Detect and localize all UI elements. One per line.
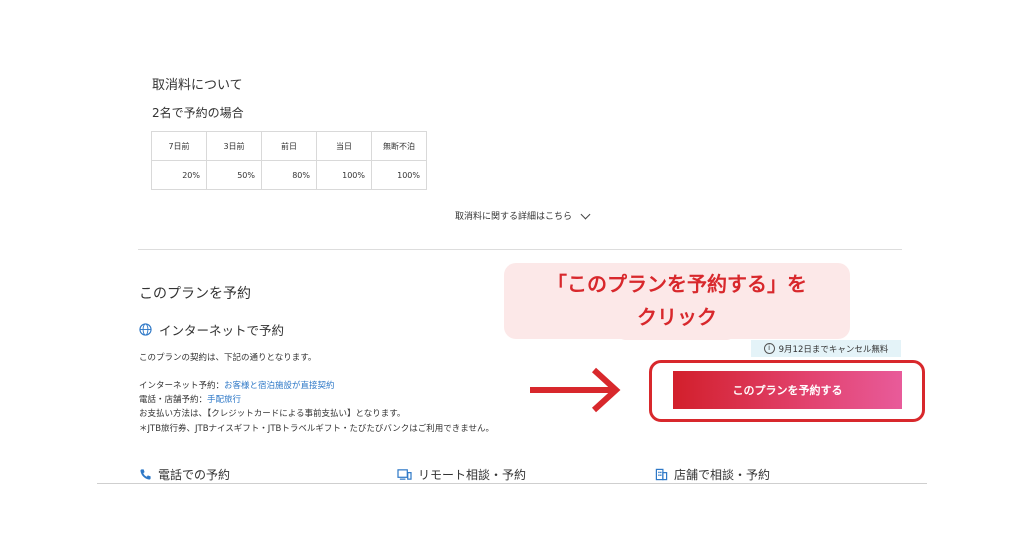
bottom-divider	[97, 483, 927, 484]
cancellation-detail-label: 取消料に関する詳細はこちら	[455, 212, 573, 222]
remote-booking-label: リモート相談・予約	[418, 468, 527, 482]
payment-method-text: お支払い方法は、【クレジットカードによる事前支払い】となります。	[139, 409, 406, 419]
internet-booking-label: インターネットで予約	[159, 323, 285, 338]
building-icon	[655, 468, 668, 481]
phone-icon	[140, 469, 151, 480]
internet-contract-label: インターネット予約：	[139, 381, 225, 391]
cancellation-fee-table: 7日前 3日前 前日 当日 無断不泊 20% 50% 80% 100% 100%	[151, 131, 427, 190]
table-cell: 20%	[151, 160, 207, 190]
internet-contract-line: インターネット予約：お客様と宿泊施設が直接契約	[139, 379, 335, 391]
phone-contract-link[interactable]: 手配旅行	[207, 395, 241, 405]
table-header-cell: 3日前	[206, 131, 262, 161]
table-header-cell: 当日	[316, 131, 372, 161]
phone-booking-link[interactable]: 電話での予約	[139, 466, 230, 483]
table-header-cell: 前日	[261, 131, 317, 161]
table-cell: 100%	[371, 160, 427, 190]
info-icon: i	[763, 343, 775, 354]
voucher-notice-text: ＊JTB旅行券、JTBナイスギフト・JTBトラベルギフト・たびたびバンクはご利用…	[139, 424, 495, 434]
table-cell: 80%	[261, 160, 317, 190]
plan-section-title: このプランを予約	[139, 286, 251, 302]
phone-contract-line: 電話・店舗予約：手配旅行	[139, 393, 241, 405]
internet-contract-link[interactable]: お客様と宿泊施設が直接契約	[224, 381, 335, 391]
cancellation-title: 取消料について	[152, 78, 243, 93]
store-booking-label: 店舗で相談・予約	[674, 468, 771, 482]
phone-contract-label: 電話・店舗予約：	[139, 395, 208, 405]
free-cancellation-badge: i 9月12日までキャンセル無料	[751, 340, 901, 357]
globe-icon	[139, 323, 152, 336]
annotation-text: 「このプランを予約する」を クリック	[504, 268, 850, 334]
table-cell: 100%	[316, 160, 372, 190]
phone-booking-label: 電話での予約	[158, 468, 231, 482]
contract-intro: このプランの契約は、下記の通りとなります。	[139, 353, 317, 363]
annotation-line-2: クリック	[637, 305, 717, 329]
section-divider	[138, 249, 902, 250]
reserve-plan-button[interactable]: このプランを予約する	[673, 371, 902, 409]
table-header-cell: 無断不泊	[371, 131, 427, 161]
table-cell: 50%	[206, 160, 262, 190]
arrow-right-icon	[530, 367, 621, 413]
cancellation-subtitle: 2名で予約の場合	[152, 106, 244, 120]
remote-monitor-icon	[397, 469, 412, 480]
remote-booking-link[interactable]: リモート相談・予約	[397, 466, 526, 483]
internet-booking-heading: インターネットで予約	[139, 320, 284, 339]
free-cancellation-text: 9月12日までキャンセル無料	[778, 344, 889, 355]
annotation-line-1: 「このプランを予約する」を	[547, 272, 807, 296]
table-header-cell: 7日前	[151, 131, 207, 161]
cancellation-detail-link[interactable]: 取消料に関する詳細はこちら	[455, 209, 591, 222]
chevron-down-icon	[580, 209, 591, 219]
store-booking-link[interactable]: 店舗で相談・予約	[655, 466, 770, 483]
